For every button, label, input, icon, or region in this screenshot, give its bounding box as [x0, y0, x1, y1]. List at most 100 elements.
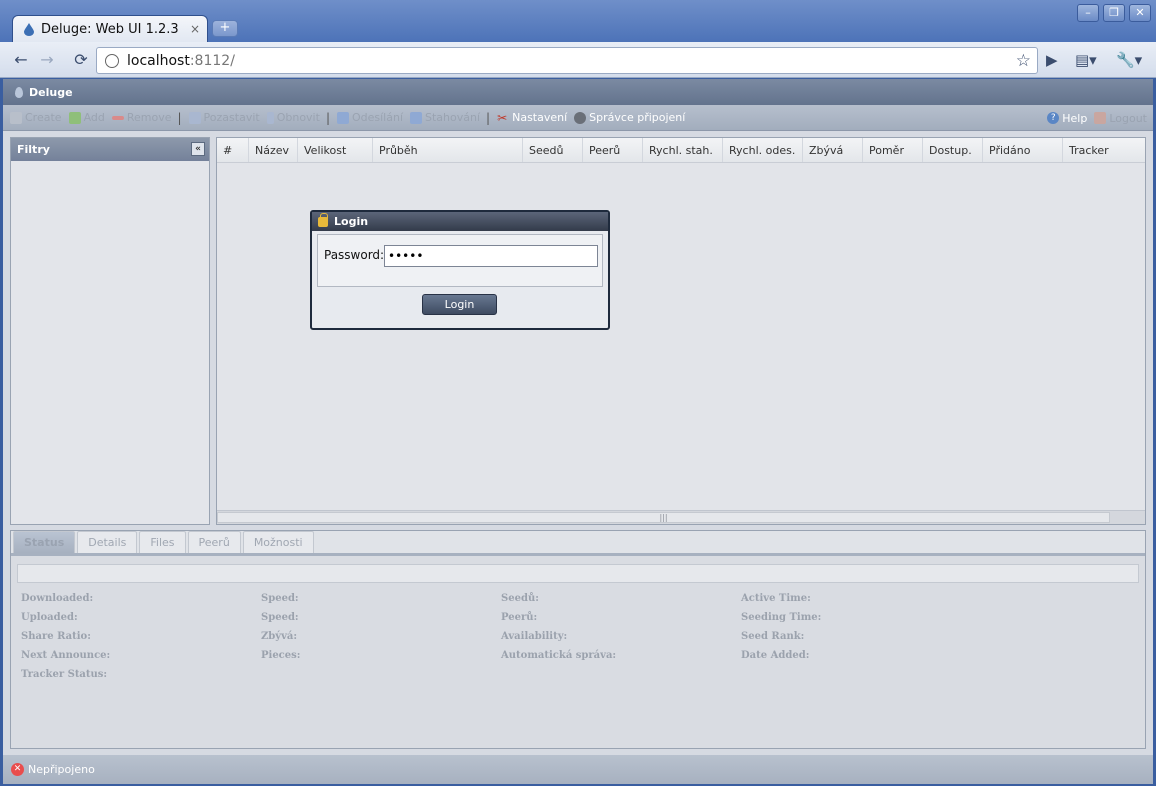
help-button[interactable]: ? Help [1047, 112, 1087, 125]
login-dialog-header: Login [312, 212, 608, 231]
stat-label: Zbývá: [261, 631, 298, 642]
close-window-button[interactable]: ✕ [1129, 4, 1151, 22]
tab-options[interactable]: Možnosti [242, 531, 314, 553]
app-title-bar: Deluge [3, 79, 1153, 105]
col-added[interactable]: Přidáno [983, 138, 1063, 162]
deluge-favicon-icon [23, 22, 35, 36]
logout-button[interactable]: Logout [1094, 112, 1147, 125]
torrent-grid: # Název Velikost Průběh Seedů Peerů Rych… [216, 137, 1146, 525]
help-label: Help [1062, 111, 1088, 125]
bookmark-star-icon[interactable]: ☆ [1016, 51, 1031, 71]
col-ratio[interactable]: Poměr [863, 138, 923, 162]
tab-peers[interactable]: Peerů [187, 531, 241, 553]
connection-manager-icon [574, 111, 587, 124]
lock-icon [318, 212, 328, 227]
col-progress[interactable]: Průběh [373, 138, 523, 162]
col-up-speed[interactable]: Rychl. odes. [723, 138, 803, 162]
help-icon: ? [1047, 112, 1060, 124]
collapse-icon[interactable]: « [191, 142, 205, 156]
pause-label: Pozastavit [203, 111, 260, 124]
down-button[interactable]: Stahování [410, 111, 480, 124]
add-label: Add [83, 111, 105, 124]
stat-label: Availability: [501, 631, 568, 642]
deluge-app: Deluge Create Add Remove | Pozastavit Ob… [3, 79, 1153, 784]
toolbar-separator: | [177, 110, 182, 125]
minimize-button[interactable]: – [1077, 4, 1099, 22]
add-button[interactable]: Add [68, 111, 105, 124]
stat-label: Share Ratio: [21, 631, 91, 642]
remove-icon [111, 115, 124, 120]
stat-label: Seedů: [501, 593, 539, 604]
disconnected-icon: ✕ [11, 763, 24, 776]
col-eta[interactable]: Zbývá [803, 138, 863, 162]
up-button[interactable]: Odesílání [336, 111, 404, 124]
toolbar-right: ? Help Logout [1040, 105, 1147, 131]
tab-files[interactable]: Files [139, 531, 186, 553]
reload-icon[interactable]: ⟳ [70, 50, 92, 70]
pause-button[interactable]: Pozastavit [188, 111, 260, 124]
browser-toolbar: ← → ⟳ localhost :8112/ ☆ ▶ ▤▾ 🔧▾ [0, 42, 1156, 78]
login-form: Password: [317, 234, 603, 287]
remove-button[interactable]: Remove [111, 111, 172, 124]
stat-label: Date Added: [741, 650, 810, 661]
create-icon [10, 111, 22, 124]
toolbar-separator: | [325, 110, 330, 125]
stat-label: Seed Rank: [741, 631, 805, 642]
col-peers[interactable]: Peerů [583, 138, 643, 162]
details-tabs: Status Details Files Peerů Možnosti [11, 531, 1145, 556]
col-seeds[interactable]: Seedů [523, 138, 583, 162]
tab-details[interactable]: Details [77, 531, 138, 553]
resume-button[interactable]: Obnovit [266, 111, 320, 124]
tab-close-icon[interactable]: × [187, 22, 203, 36]
browser-tab[interactable]: Deluge: Web UI 1.2.3 × [12, 15, 208, 42]
status-bar: ✕ Nepřipojeno [3, 755, 1153, 784]
horizontal-scrollbar[interactable]: ||| [217, 510, 1145, 524]
stat-label: Speed: [261, 593, 299, 604]
browser-titlebar: Deluge: Web UI 1.2.3 × + – ❐ ✕ [0, 0, 1156, 42]
stat-label: Automatická správa: [501, 650, 617, 661]
maximize-button[interactable]: ❐ [1103, 4, 1125, 22]
password-label: Password: [324, 248, 385, 262]
globe-icon [105, 53, 119, 68]
wrench-menu-icon[interactable]: 🔧▾ [1116, 51, 1142, 69]
login-button[interactable]: Login [422, 294, 497, 315]
logout-icon [1094, 112, 1107, 124]
connection-manager-button[interactable]: Správce připojení [574, 111, 685, 124]
pause-icon [188, 111, 201, 124]
remove-label: Remove [126, 111, 172, 124]
col-number[interactable]: # [217, 138, 249, 162]
forward-icon[interactable]: → [36, 50, 58, 70]
tab-title: Deluge: Web UI 1.2.3 [41, 21, 179, 37]
password-field[interactable] [384, 245, 598, 267]
filters-panel: Filtry « [10, 137, 210, 525]
col-down-speed[interactable]: Rychl. stah. [643, 138, 723, 162]
page-menu-icon[interactable]: ▤▾ [1075, 51, 1097, 69]
down-icon [410, 111, 423, 124]
stat-label: Tracker Status: [21, 669, 108, 680]
play-icon[interactable]: ▶ [1046, 51, 1058, 69]
app-toolbar: Create Add Remove | Pozastavit Obnovit |… [3, 105, 1153, 131]
filters-title: Filtry [17, 143, 50, 156]
col-size[interactable]: Velikost [298, 138, 373, 162]
preferences-button[interactable]: ✂ Nastavení [497, 111, 567, 124]
up-icon [336, 111, 349, 124]
col-tracker[interactable]: Tracker [1063, 138, 1143, 162]
preferences-icon: ✂ [497, 110, 508, 125]
stat-label: Active Time: [741, 593, 811, 604]
preferences-label: Nastavení [512, 111, 568, 124]
back-icon[interactable]: ← [10, 50, 32, 70]
stat-label: Next Announce: [21, 650, 111, 661]
address-bar[interactable]: localhost :8112/ ☆ [96, 47, 1038, 74]
up-label: Odesílání [351, 111, 404, 124]
create-label: Create [25, 111, 62, 124]
filters-header: Filtry « [11, 138, 209, 161]
col-name[interactable]: Název [249, 138, 298, 162]
toolbar-separator: | [486, 110, 491, 125]
col-availability[interactable]: Dostup. [923, 138, 983, 162]
stat-label: Uploaded: [21, 612, 78, 623]
tab-status[interactable]: Status [13, 531, 76, 553]
scrollbar-thumb[interactable]: ||| [217, 512, 1110, 523]
new-tab-button[interactable]: + [212, 20, 238, 37]
create-button[interactable]: Create [10, 111, 62, 124]
add-icon [68, 111, 81, 124]
